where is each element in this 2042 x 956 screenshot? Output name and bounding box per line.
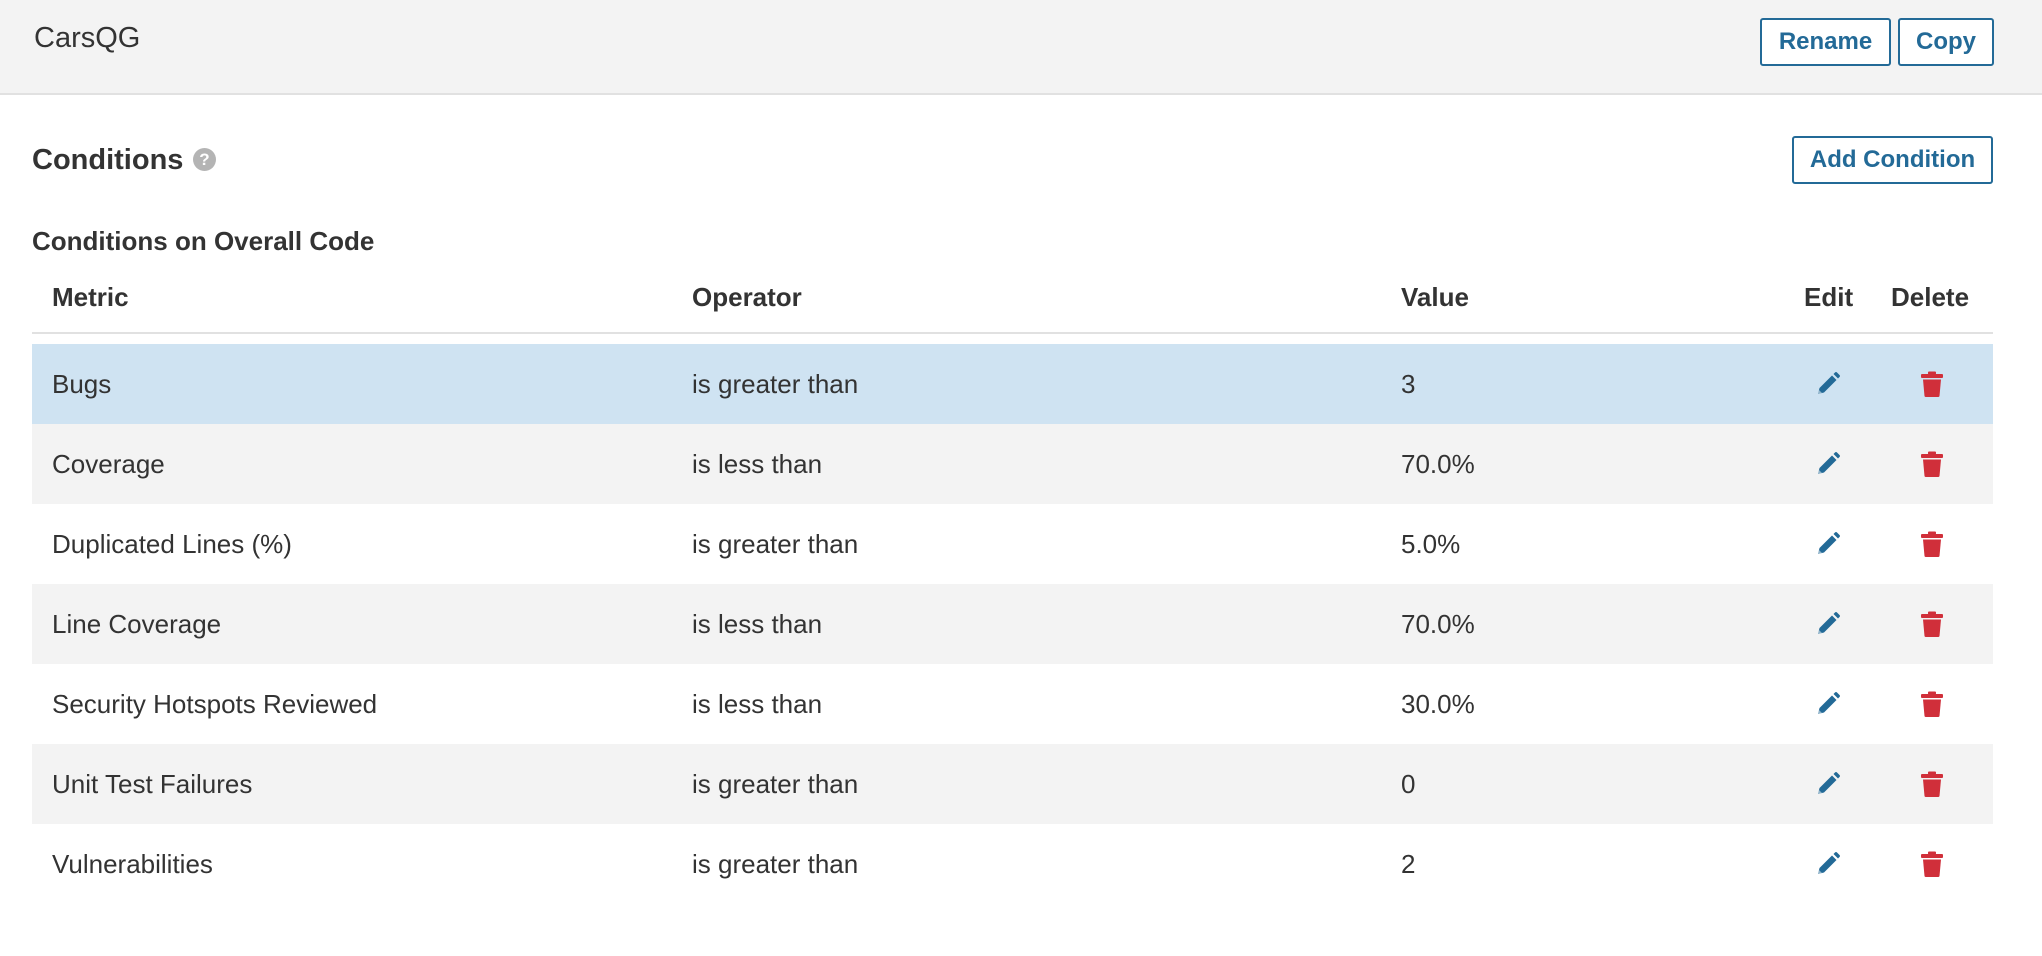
conditions-table: Metric Operator Value Edit Delete Bugs i… bbox=[32, 272, 1993, 904]
delete-button[interactable] bbox=[1918, 690, 1946, 718]
trash-icon bbox=[1921, 611, 1943, 637]
quality-gate-name: CarsQG bbox=[34, 22, 141, 54]
trash-icon bbox=[1921, 851, 1943, 877]
operator-cell: is greater than bbox=[692, 369, 859, 399]
metric-cell: Bugs bbox=[52, 369, 112, 399]
metric-cell: Line Coverage bbox=[52, 609, 222, 639]
trash-icon bbox=[1921, 691, 1943, 717]
value-cell: 30.0% bbox=[1401, 689, 1475, 719]
page-header: CarsQG Rename Copy bbox=[0, 0, 2042, 95]
trash-icon bbox=[1921, 371, 1943, 397]
edit-button[interactable] bbox=[1814, 530, 1842, 558]
value-cell: 0 bbox=[1401, 769, 1416, 799]
column-header-value: Value bbox=[1401, 282, 1469, 312]
rename-button[interactable]: Rename bbox=[1760, 18, 1891, 66]
help-icon[interactable]: ? bbox=[193, 148, 216, 171]
delete-button[interactable] bbox=[1918, 450, 1946, 478]
overall-code-subtitle: Conditions on Overall Code bbox=[32, 226, 375, 256]
edit-button[interactable] bbox=[1814, 690, 1842, 718]
delete-button[interactable] bbox=[1918, 610, 1946, 638]
edit-button[interactable] bbox=[1814, 450, 1842, 478]
column-header-edit: Edit bbox=[1804, 282, 1854, 312]
metric-cell: Security Hotspots Reviewed bbox=[52, 689, 378, 719]
table-row[interactable]: Bugs is greater than 3 bbox=[32, 344, 1993, 424]
edit-button[interactable] bbox=[1814, 770, 1842, 798]
operator-cell: is greater than bbox=[692, 849, 859, 879]
metric-cell: Vulnerabilities bbox=[52, 849, 213, 879]
column-header-operator: Operator bbox=[692, 282, 802, 312]
metric-cell: Coverage bbox=[52, 449, 165, 479]
pencil-icon bbox=[1818, 372, 1840, 394]
table-row[interactable]: Unit Test Failures is greater than 0 bbox=[32, 744, 1993, 824]
edit-button[interactable] bbox=[1814, 370, 1842, 398]
table-row[interactable]: Line Coverage is less than 70.0% bbox=[32, 584, 1993, 664]
table-row[interactable]: Duplicated Lines (%) is greater than 5.0… bbox=[32, 504, 1993, 584]
value-cell: 70.0% bbox=[1401, 609, 1475, 639]
conditions-title: Conditions bbox=[32, 144, 184, 176]
trash-icon bbox=[1921, 771, 1943, 797]
trash-icon bbox=[1921, 451, 1943, 477]
trash-icon bbox=[1921, 531, 1943, 557]
delete-button[interactable] bbox=[1918, 850, 1946, 878]
edit-button[interactable] bbox=[1814, 610, 1842, 638]
pencil-icon bbox=[1818, 692, 1840, 714]
operator-cell: is greater than bbox=[692, 529, 859, 559]
value-cell: 3 bbox=[1401, 369, 1416, 399]
operator-cell: is less than bbox=[692, 609, 823, 639]
table-body: Bugs is greater than 3 Coverage is less … bbox=[32, 344, 1993, 904]
edit-button[interactable] bbox=[1814, 850, 1842, 878]
pencil-icon bbox=[1818, 612, 1840, 634]
copy-button[interactable]: Copy bbox=[1898, 18, 1994, 66]
pencil-icon bbox=[1818, 452, 1840, 474]
operator-cell: is greater than bbox=[692, 769, 859, 799]
delete-button[interactable] bbox=[1918, 770, 1946, 798]
table-row[interactable]: Vulnerabilities is greater than 2 bbox=[32, 824, 1993, 904]
metric-cell: Unit Test Failures bbox=[52, 769, 253, 799]
column-header-metric: Metric bbox=[52, 282, 129, 312]
table-row[interactable]: Security Hotspots Reviewed is less than … bbox=[32, 664, 1993, 744]
delete-button[interactable] bbox=[1918, 530, 1946, 558]
value-cell: 70.0% bbox=[1401, 449, 1475, 479]
pencil-icon bbox=[1818, 532, 1840, 554]
pencil-icon bbox=[1818, 772, 1840, 794]
operator-cell: is less than bbox=[692, 449, 823, 479]
value-cell: 5.0% bbox=[1401, 529, 1461, 559]
table-row[interactable]: Coverage is less than 70.0% bbox=[32, 424, 1993, 504]
operator-cell: is less than bbox=[692, 689, 823, 719]
value-cell: 2 bbox=[1401, 849, 1416, 879]
metric-cell: Duplicated Lines (%) bbox=[52, 529, 292, 559]
delete-button[interactable] bbox=[1918, 370, 1946, 398]
column-header-delete: Delete bbox=[1891, 282, 1970, 312]
add-condition-button[interactable]: Add Condition bbox=[1792, 136, 1993, 184]
pencil-icon bbox=[1818, 852, 1840, 874]
table-header: Metric Operator Value Edit Delete bbox=[32, 272, 1993, 334]
